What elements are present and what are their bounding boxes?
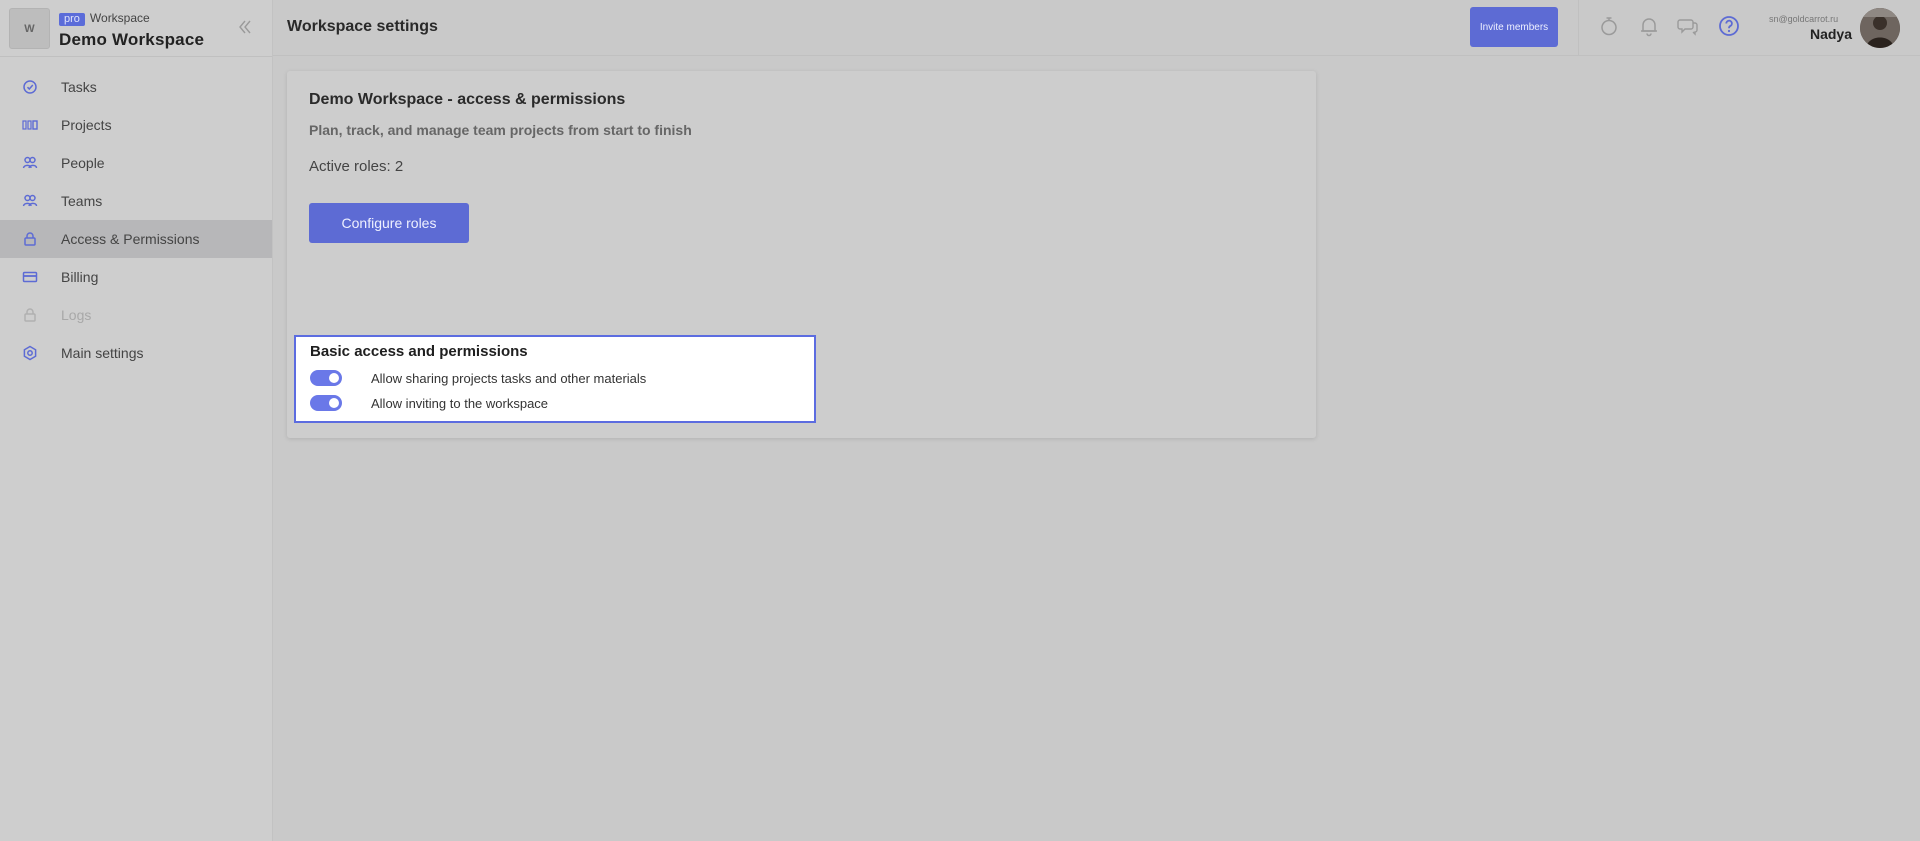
sidebar-item-projects[interactable]: Projects	[0, 106, 272, 144]
user-name[interactable]: Nadya	[1810, 26, 1852, 42]
sidebar-item-logs[interactable]: Logs	[0, 296, 272, 334]
sidebar-item-main-settings[interactable]: Main settings	[0, 334, 272, 372]
card-subtitle: Plan, track, and manage team projects fr…	[309, 122, 692, 138]
plan-badge: pro	[59, 13, 85, 26]
tasks-icon	[23, 80, 37, 94]
settings-icon	[23, 345, 37, 361]
inviting-toggle[interactable]	[310, 395, 342, 411]
workspace-name[interactable]: Demo Workspace	[59, 30, 204, 50]
help-icon[interactable]	[1718, 15, 1740, 37]
permission-label: Allow inviting to the workspace	[371, 395, 549, 411]
chat-icon[interactable]	[1677, 15, 1699, 37]
workspace-type-label: Workspace	[89, 11, 150, 25]
timer-icon[interactable]	[1598, 15, 1620, 37]
permission-row-sharing: Allow sharing projects tasks and other m…	[310, 369, 646, 387]
permission-label: Allow sharing projects tasks and other m…	[371, 370, 647, 386]
sidebar-item-access-permissions[interactable]: Access & Permissions	[0, 220, 272, 258]
teams-icon	[22, 194, 38, 207]
page-title: Workspace settings	[287, 18, 438, 35]
projects-icon	[22, 120, 38, 130]
lock-icon	[24, 232, 36, 246]
invite-members-button[interactable]: Invite members	[1470, 7, 1558, 47]
sidebar-item-label: Tasks	[61, 79, 97, 95]
bell-icon[interactable]	[1638, 15, 1660, 37]
billing-icon	[22, 271, 38, 283]
sidebar-item-label: Access & Permissions	[61, 231, 200, 247]
sharing-toggle[interactable]	[310, 370, 342, 386]
active-roles-count: Active roles: 2	[309, 158, 404, 175]
sidebar-item-label: People	[61, 155, 105, 171]
sidebar-item-label: Main settings	[61, 345, 144, 361]
configure-roles-button[interactable]: Configure roles	[309, 203, 469, 243]
access-permissions-card: Demo Workspace - access & permissions Pl…	[287, 71, 1316, 438]
workspace-meta: pro Workspace Demo Workspace	[59, 9, 204, 50]
sidebar: W pro Workspace Demo Workspace Tasks Pro…	[0, 0, 273, 841]
sidebar-item-label: Logs	[61, 307, 92, 323]
avatar[interactable]	[1860, 8, 1900, 48]
permissions-title: Basic access and permissions	[310, 343, 528, 360]
sidebar-item-label: Billing	[61, 269, 99, 285]
permission-row-inviting: Allow inviting to the workspace	[310, 394, 548, 412]
top-bar: Workspace settings Invite members sn@gol…	[273, 0, 1920, 56]
sidebar-item-people[interactable]: People	[0, 144, 272, 182]
sidebar-nav: Tasks Projects People Teams Access & Per…	[0, 68, 272, 372]
basic-permissions-panel: Basic access and permissions Allow shari…	[294, 335, 816, 423]
double-chevron-left-icon	[239, 20, 251, 34]
lock-icon	[24, 308, 36, 322]
user-email: sn@goldcarrot.ru	[1769, 14, 1839, 24]
divider	[1578, 0, 1579, 55]
workspace-avatar[interactable]: W	[9, 8, 50, 49]
card-title: Demo Workspace - access & permissions	[309, 91, 626, 108]
sidebar-item-label: Projects	[61, 117, 112, 133]
workspace-header: W pro Workspace Demo Workspace	[0, 0, 272, 57]
sidebar-item-label: Teams	[61, 193, 103, 209]
sidebar-item-billing[interactable]: Billing	[0, 258, 272, 296]
collapse-sidebar-button[interactable]	[236, 17, 254, 37]
avatar-photo	[1860, 8, 1900, 48]
sidebar-item-tasks[interactable]: Tasks	[0, 68, 272, 106]
sidebar-item-teams[interactable]: Teams	[0, 182, 272, 220]
people-icon	[22, 156, 38, 169]
